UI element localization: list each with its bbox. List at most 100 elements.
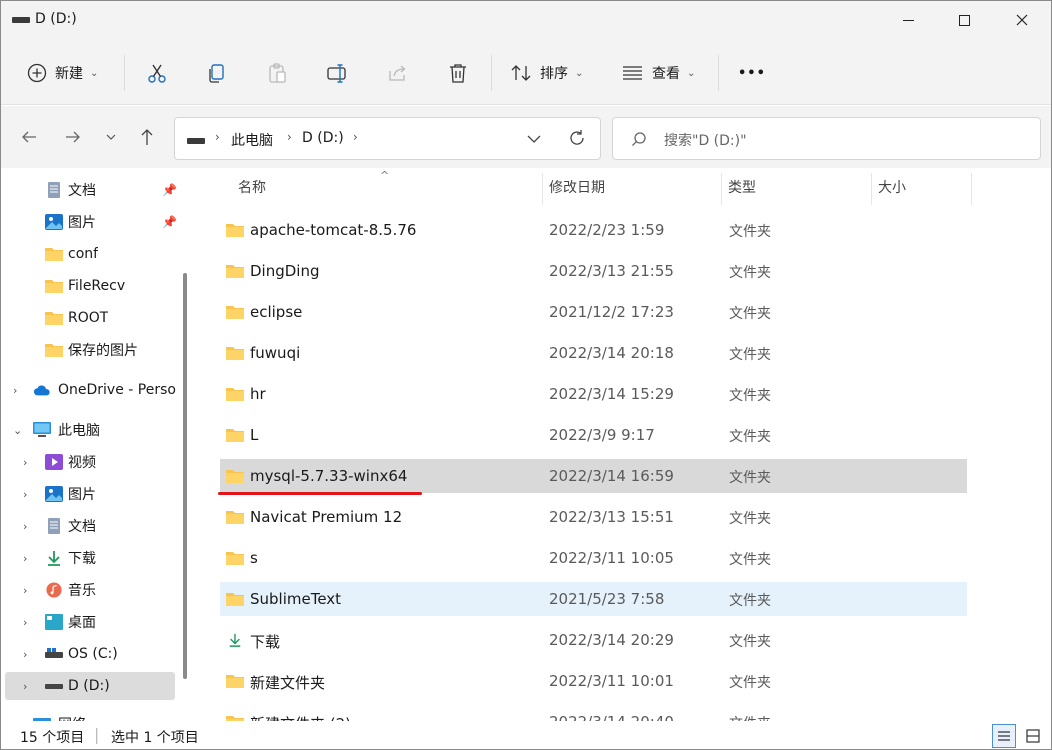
file-list: ^ 名称 修改日期 类型 大小 apache-tomcat-8.5.76 202… <box>197 169 1051 721</box>
forward-button[interactable] <box>59 123 87 151</box>
copy-button[interactable] <box>206 55 228 91</box>
sidebar-item-pictures[interactable]: › 图片 <box>5 480 175 508</box>
breadcrumb-this-pc[interactable]: 此电脑 <box>231 130 273 150</box>
column-header-date[interactable]: 修改日期 <box>549 169 605 205</box>
sort-button[interactable]: 排序 ⌄ <box>510 55 583 91</box>
new-button[interactable]: 新建 ⌄ <box>27 55 98 91</box>
column-header-type[interactable]: 类型 <box>728 169 756 205</box>
chevron-down-icon <box>106 134 116 140</box>
recent-locations-button[interactable] <box>97 123 125 151</box>
view-label: 查看 <box>652 66 680 82</box>
folder-icon <box>226 511 244 524</box>
file-row[interactable]: eclipse 2021/12/2 17:23 文件夹 <box>220 295 967 329</box>
sidebar-scrollbar[interactable] <box>183 273 187 679</box>
file-row[interactable]: fuwuqi 2022/3/14 20:18 文件夹 <box>220 336 967 370</box>
more-options-button[interactable]: ••• <box>738 55 766 91</box>
search-box[interactable]: 搜索"D (D:)" <box>612 117 1041 160</box>
folder-icon <box>45 312 63 325</box>
file-row[interactable]: s 2022/3/11 10:05 文件夹 <box>220 541 967 575</box>
column-divider <box>871 173 872 205</box>
search-placeholder: 搜索"D (D:)" <box>664 133 747 149</box>
view-button[interactable]: 查看 ⌄ <box>622 55 695 91</box>
file-row[interactable]: 新建文件夹 2022/3/11 10:01 文件夹 <box>220 664 967 698</box>
file-row[interactable]: hr 2022/3/14 15:29 文件夹 <box>220 377 967 411</box>
back-button[interactable] <box>15 123 43 151</box>
sidebar-item-documents-pinned[interactable]: 文档 📌 <box>5 176 177 204</box>
file-type: 文件夹 <box>729 224 771 240</box>
file-date: 2022/3/14 20:40 <box>549 713 674 721</box>
file-type: 文件夹 <box>729 429 771 445</box>
close-button[interactable] <box>995 1 1049 39</box>
sidebar-item-downloads[interactable]: › 下载 <box>5 544 175 572</box>
breadcrumb-drive-d[interactable]: D (D:) <box>302 130 344 146</box>
up-button[interactable] <box>133 123 161 151</box>
file-type: 文件夹 <box>729 470 771 486</box>
sidebar-item-videos[interactable]: › 视频 <box>5 448 175 476</box>
file-date: 2022/3/11 10:05 <box>549 549 674 567</box>
paste-button[interactable] <box>266 55 288 91</box>
sidebar-item-label: 此电脑 <box>58 423 100 439</box>
maximize-button[interactable] <box>937 1 991 39</box>
file-row-hovered[interactable]: SublimeText 2021/5/23 7:58 文件夹 <box>220 582 967 616</box>
column-header-name[interactable]: 名称 <box>238 169 266 205</box>
sidebar-item-desktop[interactable]: › 桌面 <box>5 608 175 636</box>
navigation-bar: › 此电脑 › D (D:) › 搜索"D (D:)" <box>1 106 1051 168</box>
file-row[interactable]: L 2022/3/9 9:17 文件夹 <box>220 418 967 452</box>
sidebar-item-drive-d[interactable]: › D (D:) <box>5 672 175 700</box>
column-header-size[interactable]: 大小 <box>878 169 906 205</box>
file-row-selected[interactable]: mysql-5.7.33-winx64 2022/3/14 16:59 文件夹 <box>220 459 967 493</box>
file-type: 文件夹 <box>729 511 771 527</box>
file-type: 文件夹 <box>729 593 771 609</box>
file-name: Navicat Premium 12 <box>250 508 403 526</box>
sidebar-item-documents[interactable]: › 文档 <box>5 512 175 540</box>
chevron-right-icon: › <box>23 519 28 533</box>
delete-button[interactable] <box>447 55 469 91</box>
sidebar-item-os-c[interactable]: › OS (C:) <box>5 640 175 668</box>
sidebar-item-label: 图片 <box>68 487 96 503</box>
file-row[interactable]: Navicat Premium 12 2022/3/13 15:51 文件夹 <box>220 500 967 534</box>
file-type: 文件夹 <box>729 306 771 322</box>
file-row[interactable]: apache-tomcat-8.5.76 2022/2/23 1:59 文件夹 <box>220 213 967 247</box>
minimize-button[interactable] <box>881 1 935 39</box>
file-name: hr <box>250 385 266 403</box>
drive-icon <box>45 684 63 689</box>
details-view-button[interactable] <box>992 724 1016 748</box>
sidebar-item-label: 文档 <box>68 183 96 199</box>
file-name: s <box>250 549 258 567</box>
file-date: 2022/3/14 20:18 <box>549 344 674 362</box>
sidebar-item-music[interactable]: › 音乐 <box>5 576 175 604</box>
folder-icon <box>226 306 244 319</box>
sidebar-item-filerecv[interactable]: FileRecv <box>5 272 175 300</box>
file-type: 文件夹 <box>729 347 771 363</box>
sidebar-item-root[interactable]: ROOT <box>5 304 175 332</box>
file-date: 2022/3/13 15:51 <box>549 508 674 526</box>
column-divider <box>542 173 543 205</box>
computer-icon <box>33 422 51 437</box>
sidebar-item-conf[interactable]: conf <box>5 240 175 268</box>
share-button[interactable] <box>387 55 409 91</box>
file-name: DingDing <box>250 262 320 280</box>
refresh-button[interactable] <box>568 129 586 151</box>
sidebar-item-label: 视频 <box>68 455 96 471</box>
file-row[interactable]: 新建文件夹 (2) 2022/3/14 20:40 文件夹 <box>220 705 967 721</box>
file-type: 文件夹 <box>729 634 771 650</box>
cut-button[interactable] <box>146 55 168 91</box>
address-history-button[interactable] <box>527 132 541 148</box>
file-name: fuwuqi <box>250 344 301 362</box>
rename-button[interactable] <box>326 55 350 91</box>
address-bar[interactable]: › 此电脑 › D (D:) › <box>174 117 601 160</box>
sidebar-item-onedrive[interactable]: › OneDrive - Personal <box>5 376 176 404</box>
folder-icon <box>226 388 244 401</box>
file-type: 文件夹 <box>729 265 771 281</box>
sidebar-item-this-pc[interactable]: ⌄ 此电脑 <box>5 416 175 444</box>
tiles-view-button[interactable] <box>1021 724 1045 748</box>
file-row[interactable]: DingDing 2022/3/13 21:55 文件夹 <box>220 254 967 288</box>
sidebar-item-pictures-pinned[interactable]: 图片 📌 <box>5 208 177 236</box>
navigation-pane: 文档 📌 图片 📌 conf FileRecv ROOT 保存的图片 › One… <box>1 169 193 733</box>
chevron-right-icon: › <box>23 583 28 597</box>
sidebar-item-label: 图片 <box>68 215 96 231</box>
download-icon <box>48 551 60 566</box>
sidebar-item-saved-pictures[interactable]: 保存的图片 <box>5 336 175 364</box>
file-row[interactable]: 下载 2022/3/14 20:29 文件夹 <box>220 623 967 657</box>
folder-icon <box>45 344 63 357</box>
